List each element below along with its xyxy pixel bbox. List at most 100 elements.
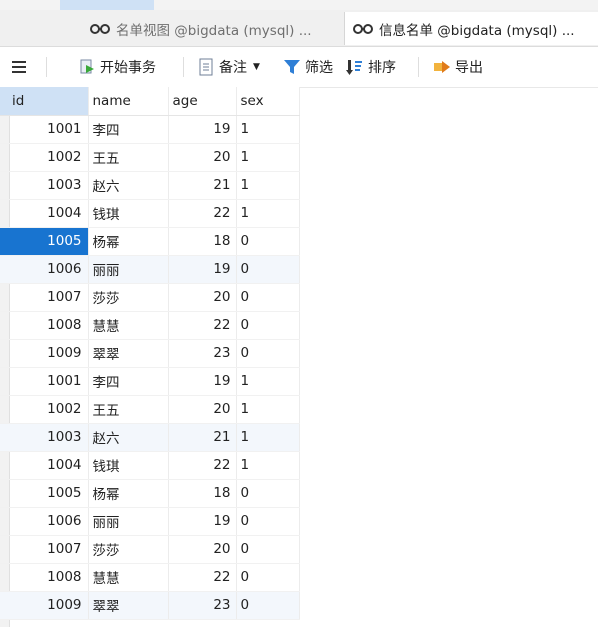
cell-id[interactable]: 1003 xyxy=(0,423,89,452)
table-row[interactable]: 1006 丽丽 19 0 xyxy=(0,507,300,536)
filter-button[interactable]: 筛选 xyxy=(283,56,333,78)
cell-age[interactable]: 22 xyxy=(168,563,237,592)
cell-id[interactable]: 1006 xyxy=(0,255,89,284)
table-row[interactable]: 1003 赵六 21 1 xyxy=(0,423,300,452)
cell-sex[interactable]: 1 xyxy=(236,199,300,228)
cell-name[interactable]: 王五 xyxy=(88,143,169,172)
cell-sex[interactable]: 0 xyxy=(236,507,300,536)
cell-name[interactable]: 杨幂 xyxy=(88,227,169,256)
cell-name[interactable]: 翠翠 xyxy=(88,591,169,620)
cell-age[interactable]: 19 xyxy=(168,255,237,284)
cell-id[interactable]: 1007 xyxy=(0,535,89,564)
cell-age[interactable]: 22 xyxy=(168,451,237,480)
table-row[interactable]: 1001 李四 19 1 xyxy=(0,367,300,396)
table-row[interactable]: 1009 翠翠 23 0 xyxy=(0,591,300,620)
cell-name[interactable]: 王五 xyxy=(88,395,169,424)
cell-name[interactable]: 钱琪 xyxy=(88,199,169,228)
table-row[interactable]: 1002 王五 20 1 xyxy=(0,143,300,172)
cell-age[interactable]: 19 xyxy=(168,115,237,144)
cell-id[interactable]: 1001 xyxy=(0,367,89,396)
cell-id[interactable]: 1004 xyxy=(0,199,89,228)
cell-age[interactable]: 18 xyxy=(168,479,237,508)
table-row[interactable]: 1005 杨幂 18 0 xyxy=(0,479,300,508)
cell-age[interactable]: 19 xyxy=(168,507,237,536)
table-row[interactable]: 1007 莎莎 20 0 xyxy=(0,535,300,564)
column-header-age[interactable]: age xyxy=(168,87,237,116)
table-row[interactable]: 1002 王五 20 1 xyxy=(0,395,300,424)
cell-name[interactable]: 慧慧 xyxy=(88,311,169,340)
cell-sex[interactable]: 0 xyxy=(236,283,300,312)
table-row[interactable]: 1008 慧慧 22 0 xyxy=(0,311,300,340)
cell-id[interactable]: 1004 xyxy=(0,451,89,480)
start-transaction-button[interactable]: 开始事务 xyxy=(78,56,156,78)
cell-sex[interactable]: 1 xyxy=(236,143,300,172)
cell-id[interactable]: 1009 xyxy=(0,339,89,368)
cell-id[interactable]: 1001 xyxy=(0,115,89,144)
table-row-selected[interactable]: 1005 杨幂 18 0 xyxy=(0,227,300,256)
cell-sex[interactable]: 1 xyxy=(236,395,300,424)
cell-sex[interactable]: 0 xyxy=(236,255,300,284)
menu-button[interactable] xyxy=(10,56,28,78)
table-row[interactable]: 1008 慧慧 22 0 xyxy=(0,563,300,592)
cell-id[interactable]: 1009 xyxy=(0,591,89,620)
cell-sex[interactable]: 1 xyxy=(236,423,300,452)
cell-id[interactable]: 1005 xyxy=(0,227,89,256)
cell-age[interactable]: 20 xyxy=(168,283,237,312)
cell-sex[interactable]: 1 xyxy=(236,451,300,480)
cell-name[interactable]: 翠翠 xyxy=(88,339,169,368)
tab-name-view[interactable]: 名单视图 @bigdata (mysql) ... xyxy=(90,12,312,45)
cell-name[interactable]: 慧慧 xyxy=(88,563,169,592)
cell-age[interactable]: 21 xyxy=(168,171,237,200)
cell-sex[interactable]: 0 xyxy=(236,311,300,340)
cell-id[interactable]: 1007 xyxy=(0,283,89,312)
cell-age[interactable]: 23 xyxy=(168,339,237,368)
cell-age[interactable]: 23 xyxy=(168,591,237,620)
chevron-down-icon[interactable]: ▼ xyxy=(253,62,260,72)
cell-sex[interactable]: 1 xyxy=(236,171,300,200)
cell-name[interactable]: 丽丽 xyxy=(88,255,169,284)
column-header-name[interactable]: name xyxy=(88,87,169,116)
cell-sex[interactable]: 1 xyxy=(236,367,300,396)
cell-name[interactable]: 莎莎 xyxy=(88,283,169,312)
cell-sex[interactable]: 0 xyxy=(236,339,300,368)
table-row[interactable]: 1006 丽丽 19 0 xyxy=(0,255,300,284)
cell-id[interactable]: 1005 xyxy=(0,479,89,508)
cell-age[interactable]: 20 xyxy=(168,535,237,564)
cell-id[interactable]: 1008 xyxy=(0,311,89,340)
cell-name[interactable]: 莎莎 xyxy=(88,535,169,564)
cell-id[interactable]: 1002 xyxy=(0,143,89,172)
cell-age[interactable]: 20 xyxy=(168,395,237,424)
cell-name[interactable]: 李四 xyxy=(88,115,169,144)
cell-id[interactable]: 1002 xyxy=(0,395,89,424)
sort-button[interactable]: 排序 xyxy=(346,56,396,78)
cell-age[interactable]: 22 xyxy=(168,311,237,340)
table-row[interactable]: 1009 翠翠 23 0 xyxy=(0,339,300,368)
cell-sex[interactable]: 1 xyxy=(236,115,300,144)
cell-sex[interactable]: 0 xyxy=(236,535,300,564)
tab-info-list[interactable]: 信息名单 @bigdata (mysql) ... xyxy=(344,12,598,45)
cell-sex[interactable]: 0 xyxy=(236,227,300,256)
cell-name[interactable]: 赵六 xyxy=(88,171,169,200)
table-row[interactable]: 1001 李四 19 1 xyxy=(0,115,300,144)
cell-name[interactable]: 李四 xyxy=(88,367,169,396)
cell-sex[interactable]: 0 xyxy=(236,563,300,592)
cell-age[interactable]: 18 xyxy=(168,227,237,256)
cell-id[interactable]: 1008 xyxy=(0,563,89,592)
column-header-sex[interactable]: sex xyxy=(236,87,300,116)
cell-age[interactable]: 22 xyxy=(168,199,237,228)
column-header-id[interactable]: id xyxy=(0,87,89,116)
memo-button[interactable]: 备注 ▼ xyxy=(197,56,260,78)
cell-id[interactable]: 1003 xyxy=(0,171,89,200)
export-button[interactable]: 导出 xyxy=(433,56,483,78)
cell-sex[interactable]: 0 xyxy=(236,479,300,508)
table-row[interactable]: 1004 钱琪 22 1 xyxy=(0,451,300,480)
table-row[interactable]: 1003 赵六 21 1 xyxy=(0,171,300,200)
table-row[interactable]: 1007 莎莎 20 0 xyxy=(0,283,300,312)
cell-age[interactable]: 19 xyxy=(168,367,237,396)
menu-item-selected[interactable] xyxy=(60,0,154,10)
cell-name[interactable]: 杨幂 xyxy=(88,479,169,508)
cell-sex[interactable]: 0 xyxy=(236,591,300,620)
cell-name[interactable]: 赵六 xyxy=(88,423,169,452)
cell-name[interactable]: 钱琪 xyxy=(88,451,169,480)
cell-id[interactable]: 1006 xyxy=(0,507,89,536)
